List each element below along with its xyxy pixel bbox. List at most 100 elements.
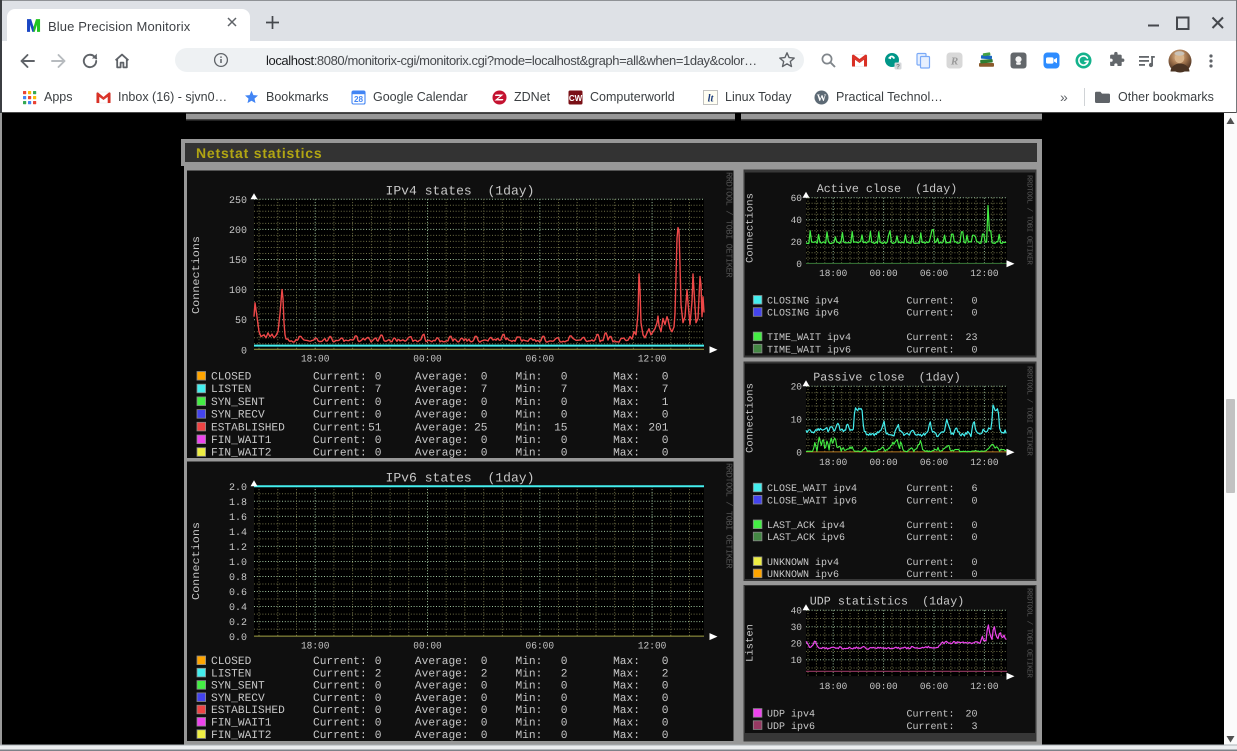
svg-text:0: 0 — [662, 656, 669, 668]
svg-text:0: 0 — [375, 372, 382, 384]
svg-text:Current:: Current: — [907, 297, 955, 308]
svg-text:W: W — [817, 94, 827, 104]
svg-text:Connections: Connections — [191, 522, 203, 600]
svg-text:R: R — [950, 56, 958, 68]
svg-text:LAST_ACK ipv6: LAST_ACK ipv6 — [767, 532, 845, 544]
svg-text:100: 100 — [229, 286, 247, 297]
svg-text:Min:: Min: — [516, 692, 543, 705]
svg-text:CLOSED: CLOSED — [211, 656, 252, 668]
svg-text:CLOSING ipv6: CLOSING ipv6 — [767, 308, 839, 320]
svg-text:RRDTOOL / TOBI OETIKER: RRDTOOL / TOBI OETIKER — [724, 172, 734, 278]
svg-text:0: 0 — [375, 705, 382, 717]
svg-text:Average:: Average: — [415, 397, 469, 409]
svg-text:CLOSE_WAIT ipv4: CLOSE_WAIT ipv4 — [767, 483, 857, 495]
svg-text:7: 7 — [375, 384, 382, 396]
svg-text:Current:: Current: — [907, 521, 955, 532]
svg-text:Average:: Average: — [415, 730, 469, 742]
svg-text:0: 0 — [481, 397, 488, 409]
svg-text:0: 0 — [481, 410, 488, 422]
svg-text:0: 0 — [375, 681, 382, 693]
svg-text:25: 25 — [474, 422, 487, 434]
svg-text:RRDTOOL / TOBI OETIKER: RRDTOOL / TOBI OETIKER — [1025, 366, 1034, 456]
svg-text:0: 0 — [796, 259, 802, 270]
svg-text:0: 0 — [375, 435, 382, 447]
svg-text:Current:: Current: — [907, 345, 955, 356]
svg-text:Current:: Current: — [313, 693, 367, 705]
svg-text:0: 0 — [241, 346, 247, 357]
svg-text:Average:: Average: — [415, 693, 469, 705]
svg-text:0: 0 — [375, 718, 382, 730]
svg-text:CLOSED: CLOSED — [211, 372, 252, 384]
svg-text:1.2: 1.2 — [229, 543, 247, 554]
svg-text:Max:: Max: — [613, 705, 640, 717]
svg-text:06:00: 06:00 — [920, 457, 948, 468]
svg-text:1.0: 1.0 — [229, 558, 247, 569]
svg-text:Netstat statistics: Netstat statistics — [196, 145, 322, 161]
svg-text:12:00: 12:00 — [638, 642, 667, 653]
svg-text:Min:: Min: — [516, 667, 543, 680]
svg-text:0: 0 — [375, 397, 382, 409]
svg-text:0: 0 — [971, 570, 977, 581]
svg-text:0: 0 — [662, 681, 669, 693]
svg-text:51: 51 — [368, 422, 382, 434]
svg-text:Average:: Average: — [415, 718, 469, 730]
svg-text:0: 0 — [375, 656, 382, 668]
svg-text:Current:: Current: — [907, 710, 955, 721]
svg-text:250: 250 — [229, 196, 247, 207]
svg-text:06:00: 06:00 — [526, 642, 555, 653]
svg-text:1.8: 1.8 — [229, 498, 247, 509]
svg-text:20: 20 — [791, 382, 803, 393]
svg-text:18:00: 18:00 — [301, 355, 330, 366]
svg-text:Current:: Current: — [313, 681, 367, 693]
svg-text:UDP ipv6: UDP ipv6 — [767, 721, 815, 733]
svg-text:UNKNOWN ipv4: UNKNOWN ipv4 — [767, 557, 839, 569]
svg-text:0: 0 — [971, 297, 977, 308]
svg-text:0: 0 — [662, 730, 669, 742]
svg-text:23: 23 — [965, 333, 977, 344]
svg-text:00:00: 00:00 — [413, 355, 442, 366]
svg-text:Min:: Min: — [516, 717, 543, 730]
svg-text:0: 0 — [481, 448, 488, 460]
svg-text:Max:: Max: — [613, 410, 640, 422]
svg-text:2: 2 — [662, 668, 669, 680]
svg-text:60: 60 — [791, 193, 803, 204]
svg-text:SYN_RECV: SYN_RECV — [211, 693, 265, 705]
svg-text:0: 0 — [481, 656, 488, 668]
svg-text:06:00: 06:00 — [920, 268, 948, 279]
svg-text:Average:: Average: — [415, 705, 469, 717]
svg-text:0: 0 — [971, 558, 977, 569]
svg-text:Max:: Max: — [613, 681, 640, 693]
svg-text:Max:: Max: — [613, 422, 640, 434]
svg-text:Current:: Current: — [313, 422, 367, 434]
svg-text:0: 0 — [971, 521, 977, 532]
svg-text:Min:: Min: — [516, 704, 543, 717]
svg-text:Min:: Min: — [516, 729, 543, 742]
svg-text:Max:: Max: — [613, 693, 640, 705]
svg-text:Current:: Current: — [313, 435, 367, 447]
svg-text:0: 0 — [971, 309, 977, 320]
svg-text:28: 28 — [354, 95, 364, 104]
svg-text:20: 20 — [791, 237, 803, 248]
svg-text:Average:: Average: — [415, 668, 469, 680]
svg-text:0: 0 — [561, 718, 568, 730]
svg-text:0: 0 — [561, 435, 568, 447]
svg-text:Max:: Max: — [613, 656, 640, 668]
svg-text:12:00: 12:00 — [970, 268, 998, 279]
svg-text:0: 0 — [375, 730, 382, 742]
svg-text:FIN_WAIT2: FIN_WAIT2 — [211, 448, 271, 460]
svg-text:?: ? — [896, 63, 900, 70]
svg-text:Average:: Average: — [415, 656, 469, 668]
svg-text:0.8: 0.8 — [229, 573, 247, 584]
svg-text:150: 150 — [229, 256, 247, 267]
svg-text:Connections: Connections — [745, 193, 757, 263]
svg-text:CLOSING ipv4: CLOSING ipv4 — [767, 296, 839, 308]
svg-text:Current:: Current: — [907, 484, 955, 495]
svg-text:Average:: Average: — [415, 410, 469, 422]
svg-text:Min:: Min: — [516, 680, 543, 693]
svg-text:Current:: Current: — [313, 718, 367, 730]
svg-text:Min:: Min: — [516, 655, 543, 668]
svg-text:18:00: 18:00 — [819, 681, 847, 692]
svg-text:SYN_SENT: SYN_SENT — [211, 681, 265, 693]
svg-text:Max:: Max: — [613, 718, 640, 730]
svg-text:00:00: 00:00 — [413, 642, 442, 653]
